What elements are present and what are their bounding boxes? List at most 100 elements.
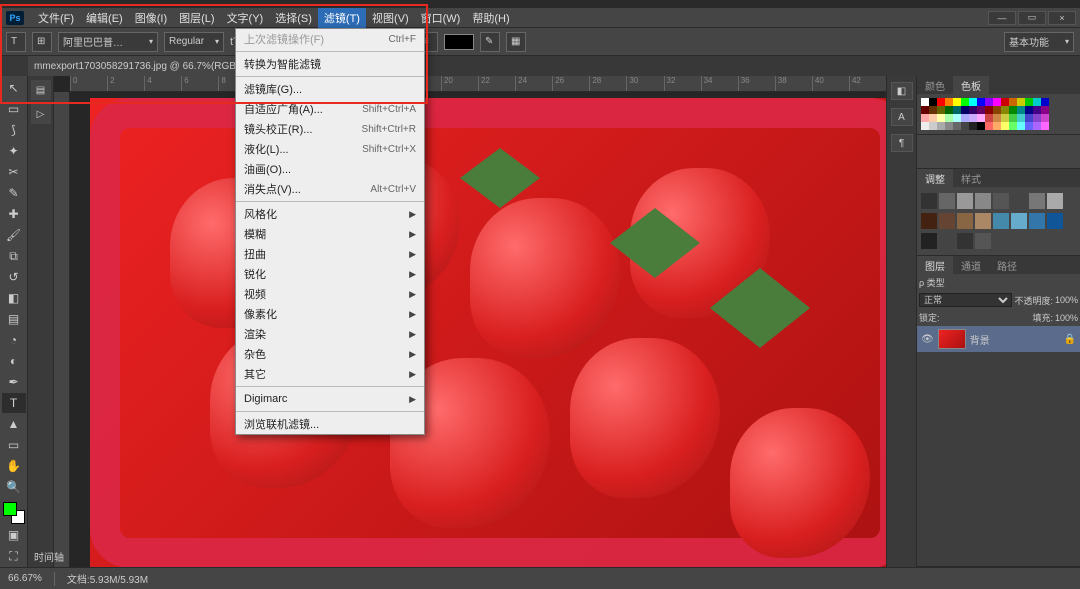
document-canvas[interactable] <box>90 98 886 567</box>
layer-thumbnail[interactable] <box>938 329 966 349</box>
quickmask-button[interactable]: ▣ <box>2 525 26 545</box>
pen-tool[interactable]: ✒ <box>2 372 26 392</box>
font-family-dropdown[interactable]: 阿里巴巴普… <box>58 32 158 52</box>
menu-file[interactable]: 文件(F) <box>32 8 80 28</box>
blend-mode-dropdown[interactable]: 正常 <box>919 293 1012 307</box>
screenmode-button[interactable]: ⛶ <box>2 546 26 566</box>
paths-tab[interactable]: 路径 <box>989 256 1025 274</box>
zoom-level[interactable]: 66.67% <box>8 573 42 584</box>
submenu-video[interactable]: 视频▶ <box>236 284 424 304</box>
window-min-button[interactable]: — <box>988 11 1016 25</box>
styles-tab[interactable]: 样式 <box>953 169 989 187</box>
menu-vanishing-point[interactable]: 消失点(V)...Alt+Ctrl+V <box>236 179 424 199</box>
menu-convert-smart[interactable]: 转换为智能滤镜 <box>236 54 424 74</box>
menu-layer[interactable]: 图层(L) <box>173 8 220 28</box>
history-brush-tool[interactable]: ↺ <box>2 267 26 287</box>
submenu-pixelate[interactable]: 像素化▶ <box>236 304 424 324</box>
submenu-blur[interactable]: 模糊▶ <box>236 224 424 244</box>
menu-select[interactable]: 选择(S) <box>269 8 318 28</box>
menu-browse-online[interactable]: 浏览联机滤镜... <box>236 414 424 434</box>
menu-last-filter[interactable]: 上次滤镜操作(F)Ctrl+F <box>236 29 424 49</box>
window-max-button[interactable]: ▭ <box>1018 11 1046 25</box>
lasso-tool[interactable]: ⟆ <box>2 120 26 140</box>
adjust-row-3[interactable] <box>921 231 1076 251</box>
wand-tool[interactable]: ✦ <box>2 141 26 161</box>
workspace-dropdown[interactable]: 基本功能 <box>1004 32 1074 52</box>
menu-filter[interactable]: 滤镜(T) <box>318 8 366 28</box>
toggle-panels-button[interactable]: ▦ <box>506 32 526 52</box>
fill-value[interactable]: 100% <box>1055 313 1078 323</box>
options-bar: T ⊞ 阿里巴巴普… Regular tT aa 平滑 ≡ ≡ ≡ ✎ ▦ 基本… <box>0 28 1080 56</box>
type-tool[interactable]: T <box>2 393 26 413</box>
window-close-button[interactable]: × <box>1048 11 1076 25</box>
menu-liquify[interactable]: 液化(L)...Shift+Ctrl+X <box>236 139 424 159</box>
layer-filter-label: ρ 类型 <box>919 276 945 289</box>
crop-tool[interactable]: ✂ <box>2 162 26 182</box>
actions-panel-icon[interactable]: ▷ <box>31 104 51 124</box>
history-panel-icon[interactable]: ▤ <box>31 80 51 100</box>
menu-adaptive-wide[interactable]: 自适应广角(A)...Shift+Ctrl+A <box>236 99 424 119</box>
collapsed-right-dock: ◧ A ¶ <box>886 76 916 567</box>
swatches-tab[interactable]: 色板 <box>953 76 989 94</box>
menu-type[interactable]: 文字(Y) <box>221 8 270 28</box>
doc-size[interactable]: 文档:5.93M/5.93M <box>67 571 148 586</box>
right-panel-dock: 颜色 色板 调整 样式 图层 通道 路径 <box>916 76 1080 567</box>
healing-tool[interactable]: ✚ <box>2 204 26 224</box>
mini-color-icon[interactable]: ◧ <box>891 82 913 100</box>
adjustments-tab[interactable]: 调整 <box>917 169 953 187</box>
layers-tab[interactable]: 图层 <box>917 256 953 274</box>
layer-name: 背景 <box>970 332 990 347</box>
adjust-row-2[interactable] <box>921 211 1076 231</box>
eye-icon[interactable]: 👁 <box>921 334 934 345</box>
gradient-tool[interactable]: ▤ <box>2 309 26 329</box>
hand-tool[interactable]: ✋ <box>2 456 26 476</box>
text-orientation-button[interactable]: ⊞ <box>32 32 52 52</box>
submenu-noise[interactable]: 杂色▶ <box>236 344 424 364</box>
layer-row-background[interactable]: 👁 背景 🔒 <box>917 326 1080 352</box>
channels-tab[interactable]: 通道 <box>953 256 989 274</box>
brush-tool[interactable]: 🖌 <box>2 225 26 245</box>
submenu-digimarc[interactable]: Digimarc▶ <box>236 389 424 409</box>
shape-tool[interactable]: ▭ <box>2 435 26 455</box>
move-tool[interactable]: ↖ <box>2 78 26 98</box>
tool-preset-button[interactable]: T <box>6 32 26 52</box>
eraser-tool[interactable]: ◧ <box>2 288 26 308</box>
color-picker[interactable] <box>3 502 25 524</box>
warp-text-button[interactable]: ✎ <box>480 32 500 52</box>
submenu-other[interactable]: 其它▶ <box>236 364 424 384</box>
menu-image[interactable]: 图像(I) <box>129 8 173 28</box>
opacity-value[interactable]: 100% <box>1055 295 1078 305</box>
ruler-horizontal[interactable]: 024681012141618202224262830323436384042 <box>70 76 886 92</box>
mini-char-icon[interactable]: A <box>891 108 913 126</box>
mini-para-icon[interactable]: ¶ <box>891 134 913 152</box>
submenu-distort[interactable]: 扭曲▶ <box>236 244 424 264</box>
document-tab[interactable]: mmexport1703058291736.jpg @ 66.7%(RGB/8)… <box>28 56 266 76</box>
menu-lens-correction[interactable]: 镜头校正(R)...Shift+Ctrl+R <box>236 119 424 139</box>
submenu-render[interactable]: 渲染▶ <box>236 324 424 344</box>
zoom-tool[interactable]: 🔍 <box>2 477 26 497</box>
marquee-tool[interactable]: ▭ <box>2 99 26 119</box>
submenu-sharpen[interactable]: 锐化▶ <box>236 264 424 284</box>
color-tab[interactable]: 颜色 <box>917 76 953 94</box>
adjust-row-1[interactable] <box>921 191 1076 211</box>
path-select-tool[interactable]: ▲ <box>2 414 26 434</box>
menu-help[interactable]: 帮助(H) <box>466 8 515 28</box>
eyedropper-tool[interactable]: ✎ <box>2 183 26 203</box>
text-color-swatch[interactable] <box>444 34 474 50</box>
submenu-stylize[interactable]: 风格化▶ <box>236 204 424 224</box>
dodge-tool[interactable]: ◐ <box>2 351 26 371</box>
menu-edit[interactable]: 编辑(E) <box>80 8 129 28</box>
document-tab-title: mmexport1703058291736.jpg @ 66.7%(RGB/8) <box>34 61 248 72</box>
ruler-vertical[interactable] <box>54 92 70 567</box>
canvas-area: 024681012141618202224262830323436384042 <box>54 76 886 567</box>
stamp-tool[interactable]: ⧉ <box>2 246 26 266</box>
blur-tool[interactable]: ◔ <box>2 330 26 350</box>
font-style-dropdown[interactable]: Regular <box>164 32 224 52</box>
menubar: Ps 文件(F) 编辑(E) 图像(I) 图层(L) 文字(Y) 选择(S) 滤… <box>0 8 1080 28</box>
menu-filter-gallery[interactable]: 滤镜库(G)... <box>236 79 424 99</box>
menu-window[interactable]: 窗口(W) <box>415 8 467 28</box>
menu-view[interactable]: 视图(V) <box>366 8 415 28</box>
swatches-grid[interactable] <box>921 98 1076 130</box>
menu-oil-paint[interactable]: 油画(O)... <box>236 159 424 179</box>
foreground-color-swatch[interactable] <box>3 502 17 516</box>
